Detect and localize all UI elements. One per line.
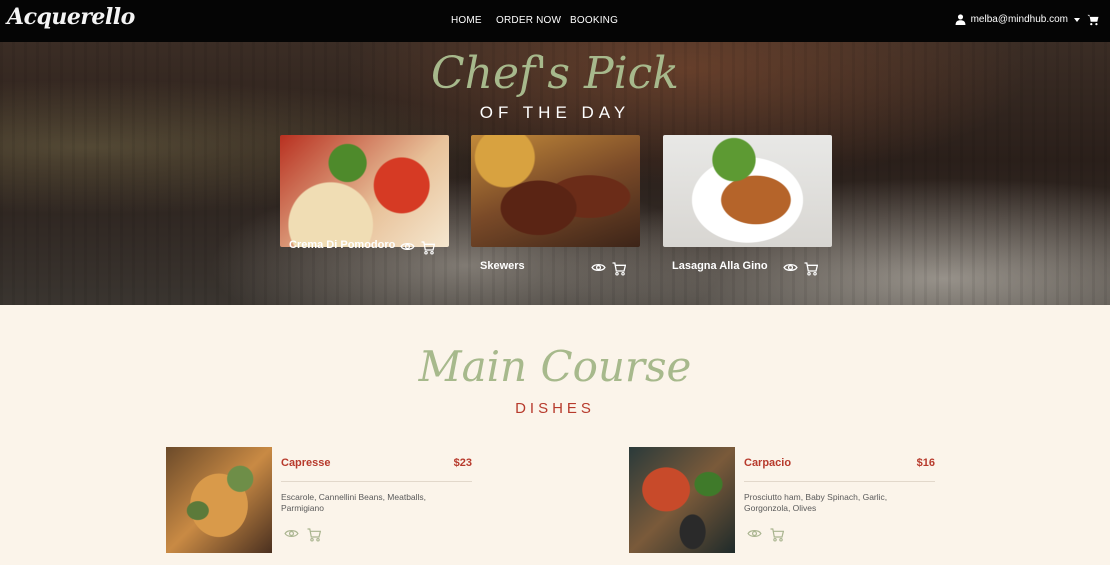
cart-icon[interactable]: [307, 528, 321, 542]
cart-icon[interactable]: [421, 241, 435, 255]
user-menu[interactable]: melba@mindhub.com: [955, 14, 1080, 25]
dish-name[interactable]: Carpacio: [744, 457, 791, 469]
pick-name[interactable]: Skewers: [480, 260, 525, 272]
navbar: Acquerello HOME ORDER NOW BOOKING melba@…: [0, 0, 1110, 42]
chevron-down-icon: [1074, 17, 1080, 22]
dish-actions: [284, 528, 321, 542]
eye-icon[interactable]: [400, 241, 415, 252]
cart-icon[interactable]: [770, 528, 784, 542]
pick-name[interactable]: Lasagna Alla Gino: [672, 260, 768, 272]
dish-description: Escarole, Cannellini Beans, Meatballs, P…: [281, 492, 427, 513]
nav-link-home[interactable]: HOME: [451, 15, 482, 26]
hero-script-title: Chef's Pick: [431, 48, 679, 99]
eye-icon[interactable]: [747, 528, 762, 539]
main-course-subtitle: DISHES: [515, 400, 595, 417]
pick-card[interactable]: Skewers: [471, 135, 640, 285]
dish-card[interactable]: Capresse $23 Escarole, Cannellini Beans,…: [166, 447, 472, 553]
dish-name[interactable]: Capresse: [281, 457, 331, 469]
eye-icon[interactable]: [284, 528, 299, 539]
pick-actions: [591, 262, 626, 276]
hero-subtitle: OF THE DAY: [479, 103, 631, 122]
pick-card[interactable]: Lasagna Alla Gino: [663, 135, 832, 285]
pick-actions: [400, 241, 435, 255]
eye-icon[interactable]: [783, 262, 798, 273]
divider: [281, 481, 472, 482]
pick-card[interactable]: Crema Di Pomodoro: [280, 135, 449, 265]
eye-icon[interactable]: [591, 262, 606, 273]
cart-icon[interactable]: [1087, 14, 1099, 26]
user-icon: [955, 14, 966, 25]
pick-image[interactable]: [471, 135, 640, 247]
dish-image[interactable]: [629, 447, 735, 553]
dish-actions: [747, 528, 784, 542]
pick-image[interactable]: [663, 135, 832, 247]
chefs-pick-hero: Chef's Pick OF THE DAY Crema Di Pomodoro…: [0, 42, 1110, 305]
pick-image[interactable]: [280, 135, 449, 247]
nav-link-order-now[interactable]: ORDER NOW: [496, 15, 561, 26]
pick-actions: [783, 262, 818, 276]
brand-logo[interactable]: Acquerello: [7, 4, 135, 30]
cart-icon[interactable]: [804, 262, 818, 276]
dish-price: $16: [916, 457, 935, 469]
cart-icon[interactable]: [612, 262, 626, 276]
dish-card[interactable]: Carpacio $16 Prosciutto ham, Baby Spinac…: [629, 447, 935, 553]
dish-description: Prosciutto ham, Baby Spinach, Garlic, Go…: [744, 492, 888, 513]
dish-price: $23: [453, 457, 472, 469]
divider: [744, 481, 935, 482]
user-email: melba@mindhub.com: [970, 14, 1068, 25]
pick-name[interactable]: Crema Di Pomodoro: [289, 239, 395, 251]
dish-image[interactable]: [166, 447, 272, 553]
nav-link-booking[interactable]: BOOKING: [570, 15, 618, 26]
main-course-script-title: Main Course: [418, 342, 692, 391]
